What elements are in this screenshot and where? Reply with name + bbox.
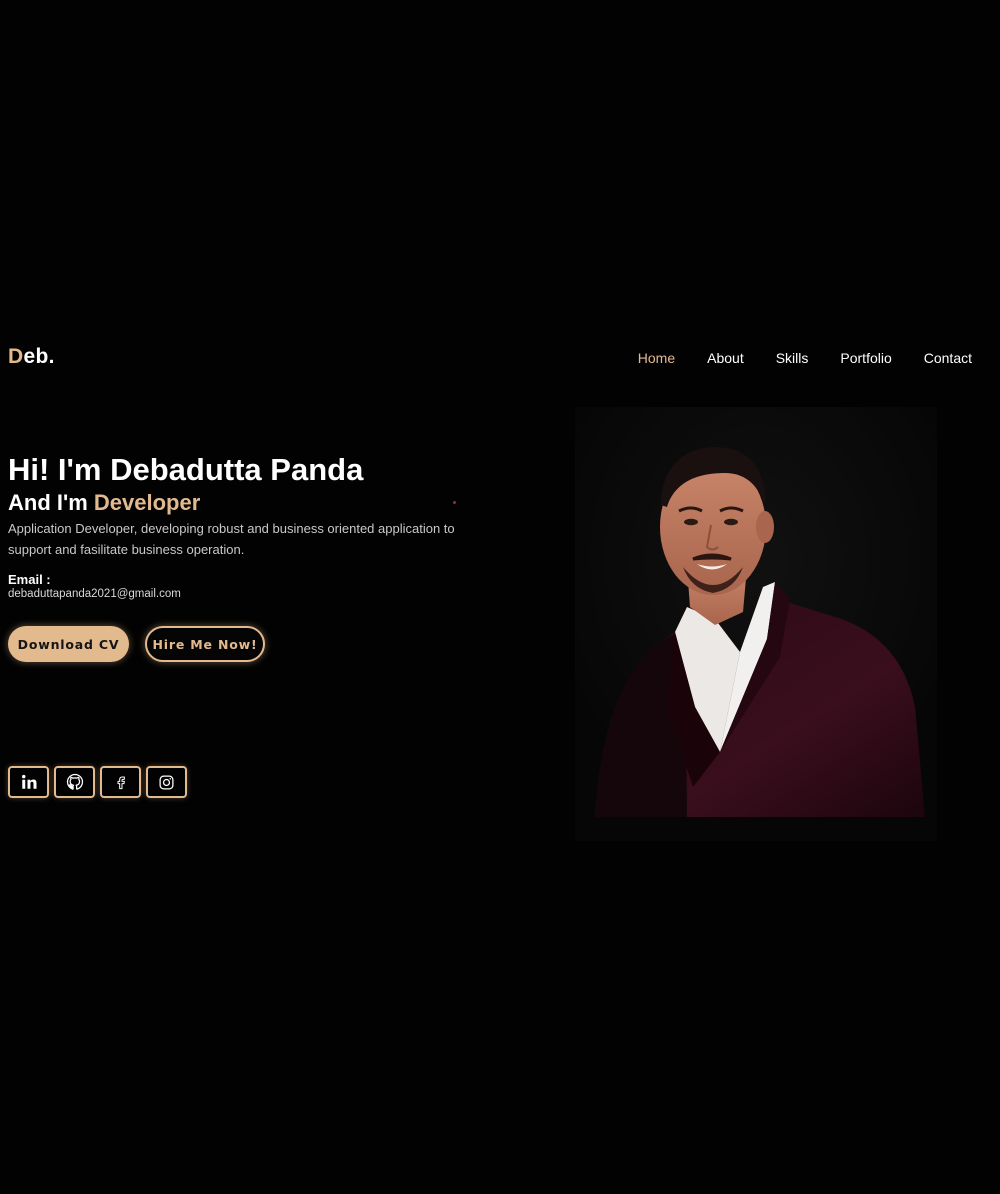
linkedin-link[interactable] xyxy=(8,766,49,798)
linkedin-icon xyxy=(20,773,38,791)
cursor-dot xyxy=(453,501,456,504)
github-icon xyxy=(66,773,84,791)
social-links xyxy=(8,766,187,798)
facebook-link[interactable] xyxy=(100,766,141,798)
nav-portfolio[interactable]: Portfolio xyxy=(840,350,891,366)
hero-role-prefix: And I'm xyxy=(8,490,94,515)
hero-role-line: And I'm Developer xyxy=(8,488,478,518)
hero-section: Hi! I'm Debadutta Panda And I'm Develope… xyxy=(8,452,478,600)
site-header: Deb. Home About Skills Portfolio Contact xyxy=(0,335,1000,381)
email-address[interactable]: debaduttapanda2021@gmail.com xyxy=(8,588,478,600)
nav-contact[interactable]: Contact xyxy=(924,350,972,366)
facebook-icon xyxy=(113,773,129,791)
logo-initial: D xyxy=(8,345,24,368)
logo-text: eb. xyxy=(23,345,55,368)
nav-home[interactable]: Home xyxy=(638,350,675,366)
instagram-icon xyxy=(158,774,175,791)
download-cv-button[interactable]: Download CV xyxy=(8,626,129,662)
github-link[interactable] xyxy=(54,766,95,798)
nav-skills[interactable]: Skills xyxy=(776,350,809,366)
hero-greeting: Hi! I'm Debadutta Panda xyxy=(8,452,364,487)
hire-me-button[interactable]: Hire Me Now! xyxy=(145,626,265,662)
hero-description: Application Developer, developing robust… xyxy=(8,521,455,557)
profile-photo xyxy=(575,407,937,841)
main-nav: Home About Skills Portfolio Contact xyxy=(606,350,972,366)
page: Deb. Home About Skills Portfolio Contact… xyxy=(0,0,1000,1194)
hero-buttons: Download CV Hire Me Now! xyxy=(8,626,265,662)
hero-role: Developer xyxy=(93,490,201,515)
email-label: Email : xyxy=(8,572,51,587)
logo[interactable]: Deb. xyxy=(8,345,55,369)
nav-about[interactable]: About xyxy=(707,350,744,366)
instagram-link[interactable] xyxy=(146,766,187,798)
